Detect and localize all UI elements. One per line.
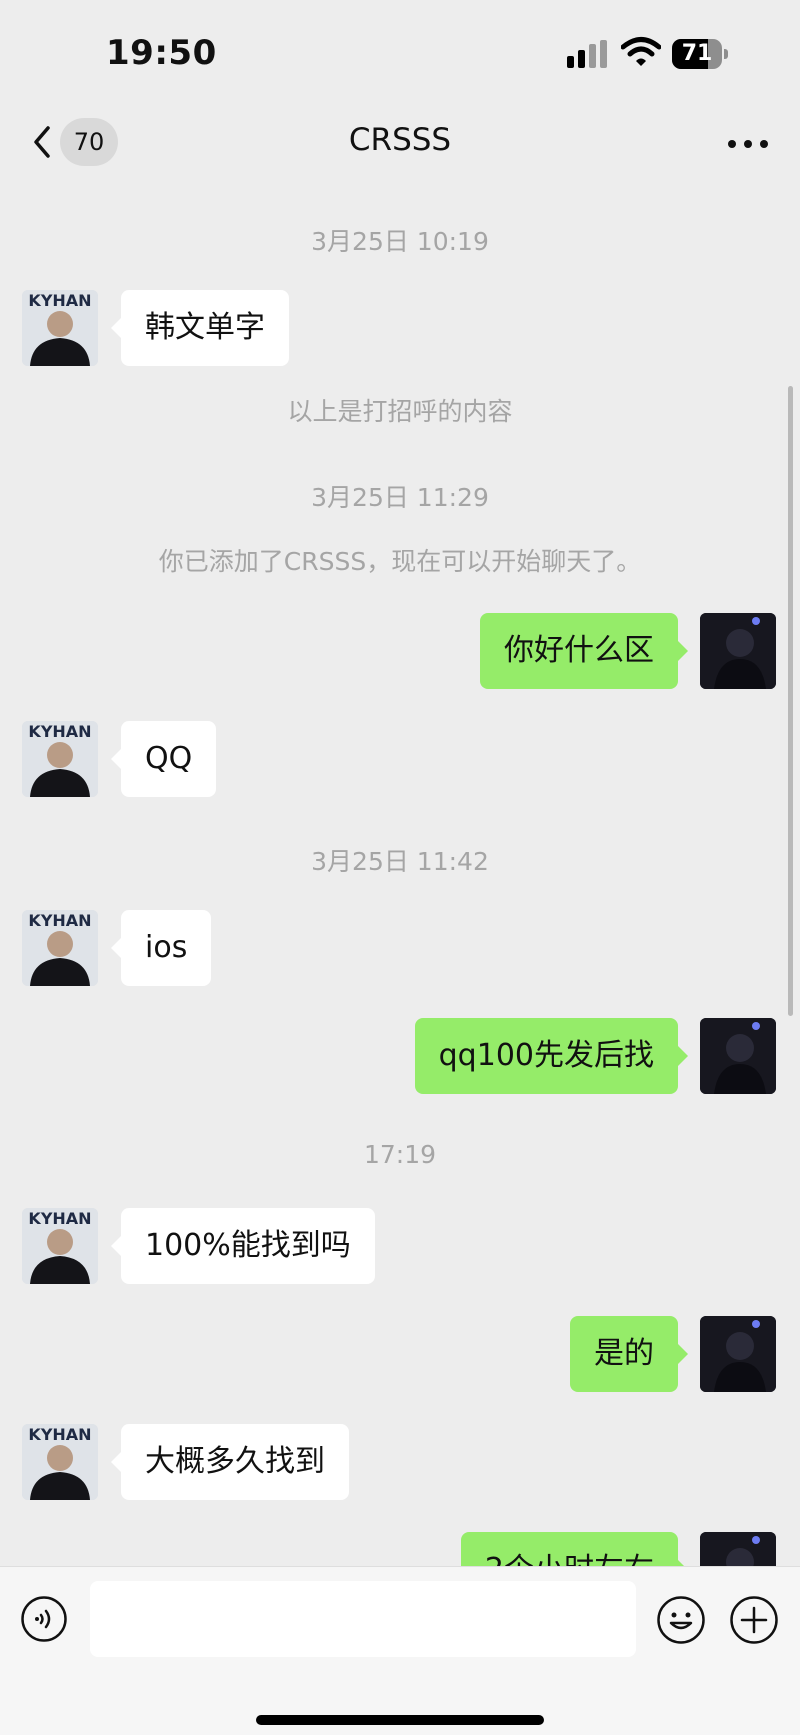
more-button[interactable] xyxy=(724,124,772,164)
wifi-icon xyxy=(621,37,661,66)
system-message: 你已添加了CRSSS，现在可以开始聊天了。 xyxy=(158,547,642,576)
svg-text:KYHAN: KYHAN xyxy=(28,291,91,310)
incoming-message[interactable]: ios xyxy=(110,910,212,986)
contact-avatar[interactable]: KYHAN xyxy=(22,1424,98,1500)
my-avatar[interactable] xyxy=(700,613,776,689)
outgoing-message[interactable]: 你好什么区 xyxy=(480,613,688,689)
outgoing-message[interactable]: 2个小时左右 xyxy=(460,1532,689,1566)
plus-button[interactable] xyxy=(729,1595,779,1645)
incoming-message[interactable]: 100%能找到吗 xyxy=(111,1208,375,1284)
svg-text:KYHAN: KYHAN xyxy=(28,1209,91,1228)
home-indicator xyxy=(256,1715,544,1725)
my-avatar[interactable] xyxy=(700,1316,776,1392)
my-avatar[interactable] xyxy=(700,1018,776,1094)
contact-avatar[interactable]: KYHAN xyxy=(22,910,98,986)
cellular-signal-icon xyxy=(567,40,609,68)
svg-text:KYHAN: KYHAN xyxy=(28,722,91,741)
chat-title: CRSSS xyxy=(348,122,452,158)
timestamp: 3月25日 11:42 xyxy=(311,847,489,876)
battery-percent: 71 xyxy=(681,41,713,66)
emoji-icon xyxy=(657,1596,705,1644)
incoming-message[interactable]: 韩文单字 xyxy=(111,290,289,366)
more-dots-icon xyxy=(728,140,736,148)
incoming-message[interactable]: 大概多久找到 xyxy=(111,1424,349,1500)
status-time: 19:50 xyxy=(106,33,217,73)
timestamp: 17:19 xyxy=(363,1140,437,1169)
message-list[interactable]: 3月25日 10:19 KYHAN 韩文单字 以上是打招呼的内容 3月25日 1… xyxy=(0,186,800,1566)
contact-avatar[interactable]: KYHAN xyxy=(22,1208,98,1284)
battery-icon: 71 xyxy=(672,39,728,69)
plus-icon xyxy=(730,1596,778,1644)
message-input[interactable] xyxy=(90,1581,636,1657)
chat-header: 70 CRSSS xyxy=(0,100,800,186)
system-message: 以上是打招呼的内容 xyxy=(287,397,513,426)
contact-avatar[interactable]: KYHAN xyxy=(22,290,98,366)
voice-button[interactable] xyxy=(20,1595,68,1643)
timestamp: 3月25日 11:29 xyxy=(311,483,489,512)
input-bar xyxy=(0,1566,800,1735)
timestamp: 3月25日 10:19 xyxy=(311,227,489,256)
voice-icon xyxy=(21,1596,67,1642)
outgoing-message[interactable]: qq100先发后找 xyxy=(414,1018,689,1094)
svg-text:KYHAN: KYHAN xyxy=(28,911,91,930)
outgoing-message[interactable]: 是的 xyxy=(570,1316,688,1392)
svg-text:KYHAN: KYHAN xyxy=(28,1425,91,1444)
status-bar: 19:50 71 xyxy=(0,0,800,100)
incoming-message[interactable]: QQ xyxy=(110,721,217,797)
my-avatar[interactable] xyxy=(700,1532,776,1566)
emoji-button[interactable] xyxy=(656,1595,706,1645)
contact-avatar[interactable]: KYHAN xyxy=(22,721,98,797)
